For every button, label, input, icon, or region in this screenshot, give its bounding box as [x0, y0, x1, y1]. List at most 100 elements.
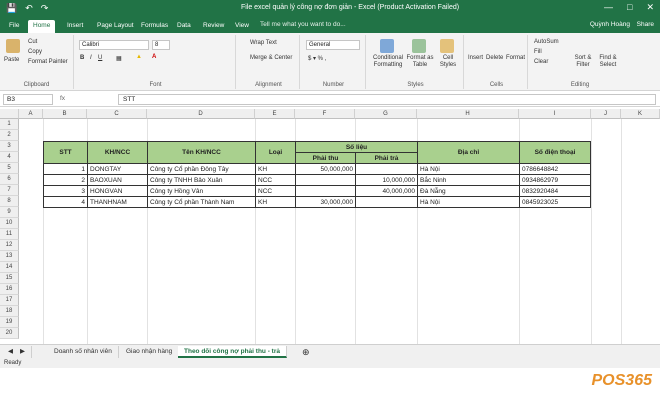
share-button[interactable]: Share [637, 21, 654, 28]
tell-me-search[interactable]: Tell me what you want to do... [260, 21, 346, 28]
tab-page-layout[interactable]: Page Layout [92, 20, 139, 33]
save-icon[interactable]: 💾 [6, 3, 17, 14]
fill-color-icon[interactable]: ▲ [136, 54, 142, 60]
table-cell-thu[interactable]: 30,000,000 [295, 196, 356, 208]
table-cell-code[interactable]: THANHNAM [87, 196, 148, 208]
header-loai[interactable]: Loại [255, 141, 296, 164]
border-icon[interactable]: ▦ [116, 55, 122, 62]
currency-icon[interactable]: $ ▾ % , [308, 55, 326, 62]
col-header-a[interactable]: A [19, 109, 43, 119]
row-header-13[interactable]: 13 [0, 251, 19, 262]
select-all-corner[interactable] [0, 109, 19, 119]
tab-file[interactable]: File [4, 20, 24, 33]
italic-icon[interactable]: I [90, 55, 92, 61]
col-header-k[interactable]: K [621, 109, 660, 119]
maximize-icon[interactable]: □ [627, 2, 632, 13]
sheet-nav-next-icon[interactable]: ▶ [14, 346, 32, 358]
row-header-11[interactable]: 11 [0, 229, 19, 240]
table-cell-stt[interactable]: 4 [43, 196, 88, 208]
col-header-f[interactable]: F [295, 109, 355, 119]
font-color-icon[interactable]: A [152, 54, 156, 60]
row-header-18[interactable]: 18 [0, 306, 19, 317]
row-header-16[interactable]: 16 [0, 284, 19, 295]
row-header-12[interactable]: 12 [0, 240, 19, 251]
format-button[interactable]: Format [506, 55, 525, 61]
font-size-select[interactable]: 8 [152, 40, 170, 50]
name-box[interactable]: B3 [3, 94, 53, 105]
sheet-tab-cong-no[interactable]: Theo dõi công nợ phải thu - trả [178, 346, 287, 358]
sort-filter-button[interactable]: Sort & Filter [572, 55, 594, 69]
header-dia-chi[interactable]: Địa chỉ [417, 141, 520, 164]
close-icon[interactable]: ✕ [646, 2, 654, 13]
header-ten[interactable]: Tên KH/NCC [147, 141, 256, 164]
fx-icon[interactable]: fx [60, 95, 65, 102]
row-header-15[interactable]: 15 [0, 273, 19, 284]
undo-icon[interactable]: ↶ [25, 3, 33, 14]
tab-insert[interactable]: Insert [62, 20, 88, 33]
col-header-g[interactable]: G [355, 109, 417, 119]
formula-input[interactable]: STT [118, 94, 656, 105]
format-as-table-button[interactable]: Format as Table [406, 55, 434, 69]
row-header-20[interactable]: 20 [0, 328, 19, 339]
row-header-2[interactable]: 2 [0, 130, 19, 141]
row-header-5[interactable]: 5 [0, 163, 19, 174]
font-family-select[interactable]: Calibri [79, 40, 149, 50]
add-sheet-icon[interactable]: ⊕ [296, 346, 316, 358]
format-painter-button[interactable]: Format Painter [28, 59, 68, 65]
autosum-button[interactable]: AutoSum [534, 39, 559, 45]
col-header-j[interactable]: J [591, 109, 621, 119]
find-select-button[interactable]: Find & Select [596, 55, 620, 69]
minimize-icon[interactable]: — [604, 2, 613, 13]
header-stt[interactable]: STT [43, 141, 88, 164]
table-cell-type[interactable]: KH [255, 196, 296, 208]
row-header-10[interactable]: 10 [0, 218, 19, 229]
underline-icon[interactable]: U [98, 55, 102, 61]
fill-button[interactable]: Fill [534, 49, 542, 55]
tab-view[interactable]: View [230, 20, 254, 33]
copy-button[interactable]: Copy [28, 49, 42, 55]
worksheet-grid[interactable]: A B C D E F G H I J K 1 2 3 4 5 6 7 8 9 … [0, 109, 660, 344]
row-header-14[interactable]: 14 [0, 262, 19, 273]
cells-group: Insert Delete Format Cells [466, 35, 528, 89]
row-header-9[interactable]: 9 [0, 207, 19, 218]
conditional-formatting-button[interactable]: Conditional Formatting [372, 55, 404, 69]
col-header-i[interactable]: I [519, 109, 591, 119]
row-header-17[interactable]: 17 [0, 295, 19, 306]
row-header-3[interactable]: 3 [0, 141, 19, 152]
col-header-c[interactable]: C [87, 109, 147, 119]
row-header-19[interactable]: 19 [0, 317, 19, 328]
cut-button[interactable]: Cut [28, 39, 37, 45]
tab-review[interactable]: Review [198, 20, 229, 33]
tab-home[interactable]: Home [28, 20, 56, 33]
tab-data[interactable]: Data [172, 20, 196, 33]
merge-center-button[interactable]: Merge & Center [250, 55, 292, 61]
table-cell-addr[interactable]: Hà Nội [417, 196, 520, 208]
number-format-select[interactable]: General [306, 40, 360, 50]
row-header-7[interactable]: 7 [0, 185, 19, 196]
row-header-6[interactable]: 6 [0, 174, 19, 185]
table-cell-tra[interactable] [355, 196, 418, 208]
insert-button[interactable]: Insert [468, 55, 483, 61]
wrap-text-button[interactable]: Wrap Text [250, 40, 277, 46]
user-name[interactable]: Quỳnh Hoàng [590, 21, 630, 28]
table-cell-name[interactable]: Công ty Cổ phần Thành Nam [147, 196, 256, 208]
sheet-tab-doanh-so[interactable]: Doanh số nhân viên [48, 346, 119, 358]
delete-button[interactable]: Delete [486, 55, 503, 61]
cell-styles-button[interactable]: Cell Styles [436, 55, 460, 69]
col-header-h[interactable]: H [417, 109, 519, 119]
tab-formulas[interactable]: Formulas [136, 20, 173, 33]
redo-icon[interactable]: ↷ [41, 3, 49, 14]
clear-button[interactable]: Clear [534, 59, 548, 65]
bold-icon[interactable]: B [80, 55, 84, 61]
sheet-tab-giao-nhan[interactable]: Giao nhận hàng [120, 346, 180, 358]
header-khncc[interactable]: KH/NCC [87, 141, 148, 164]
table-cell-phone[interactable]: 0845923025 [519, 196, 591, 208]
row-header-8[interactable]: 8 [0, 196, 19, 207]
paste-button[interactable]: Paste [4, 57, 19, 63]
row-header-1[interactable]: 1 [0, 119, 19, 130]
col-header-b[interactable]: B [43, 109, 87, 119]
row-header-4[interactable]: 4 [0, 152, 19, 163]
col-header-d[interactable]: D [147, 109, 255, 119]
col-header-e[interactable]: E [255, 109, 295, 119]
header-sdt[interactable]: Số điện thoại [519, 141, 591, 164]
